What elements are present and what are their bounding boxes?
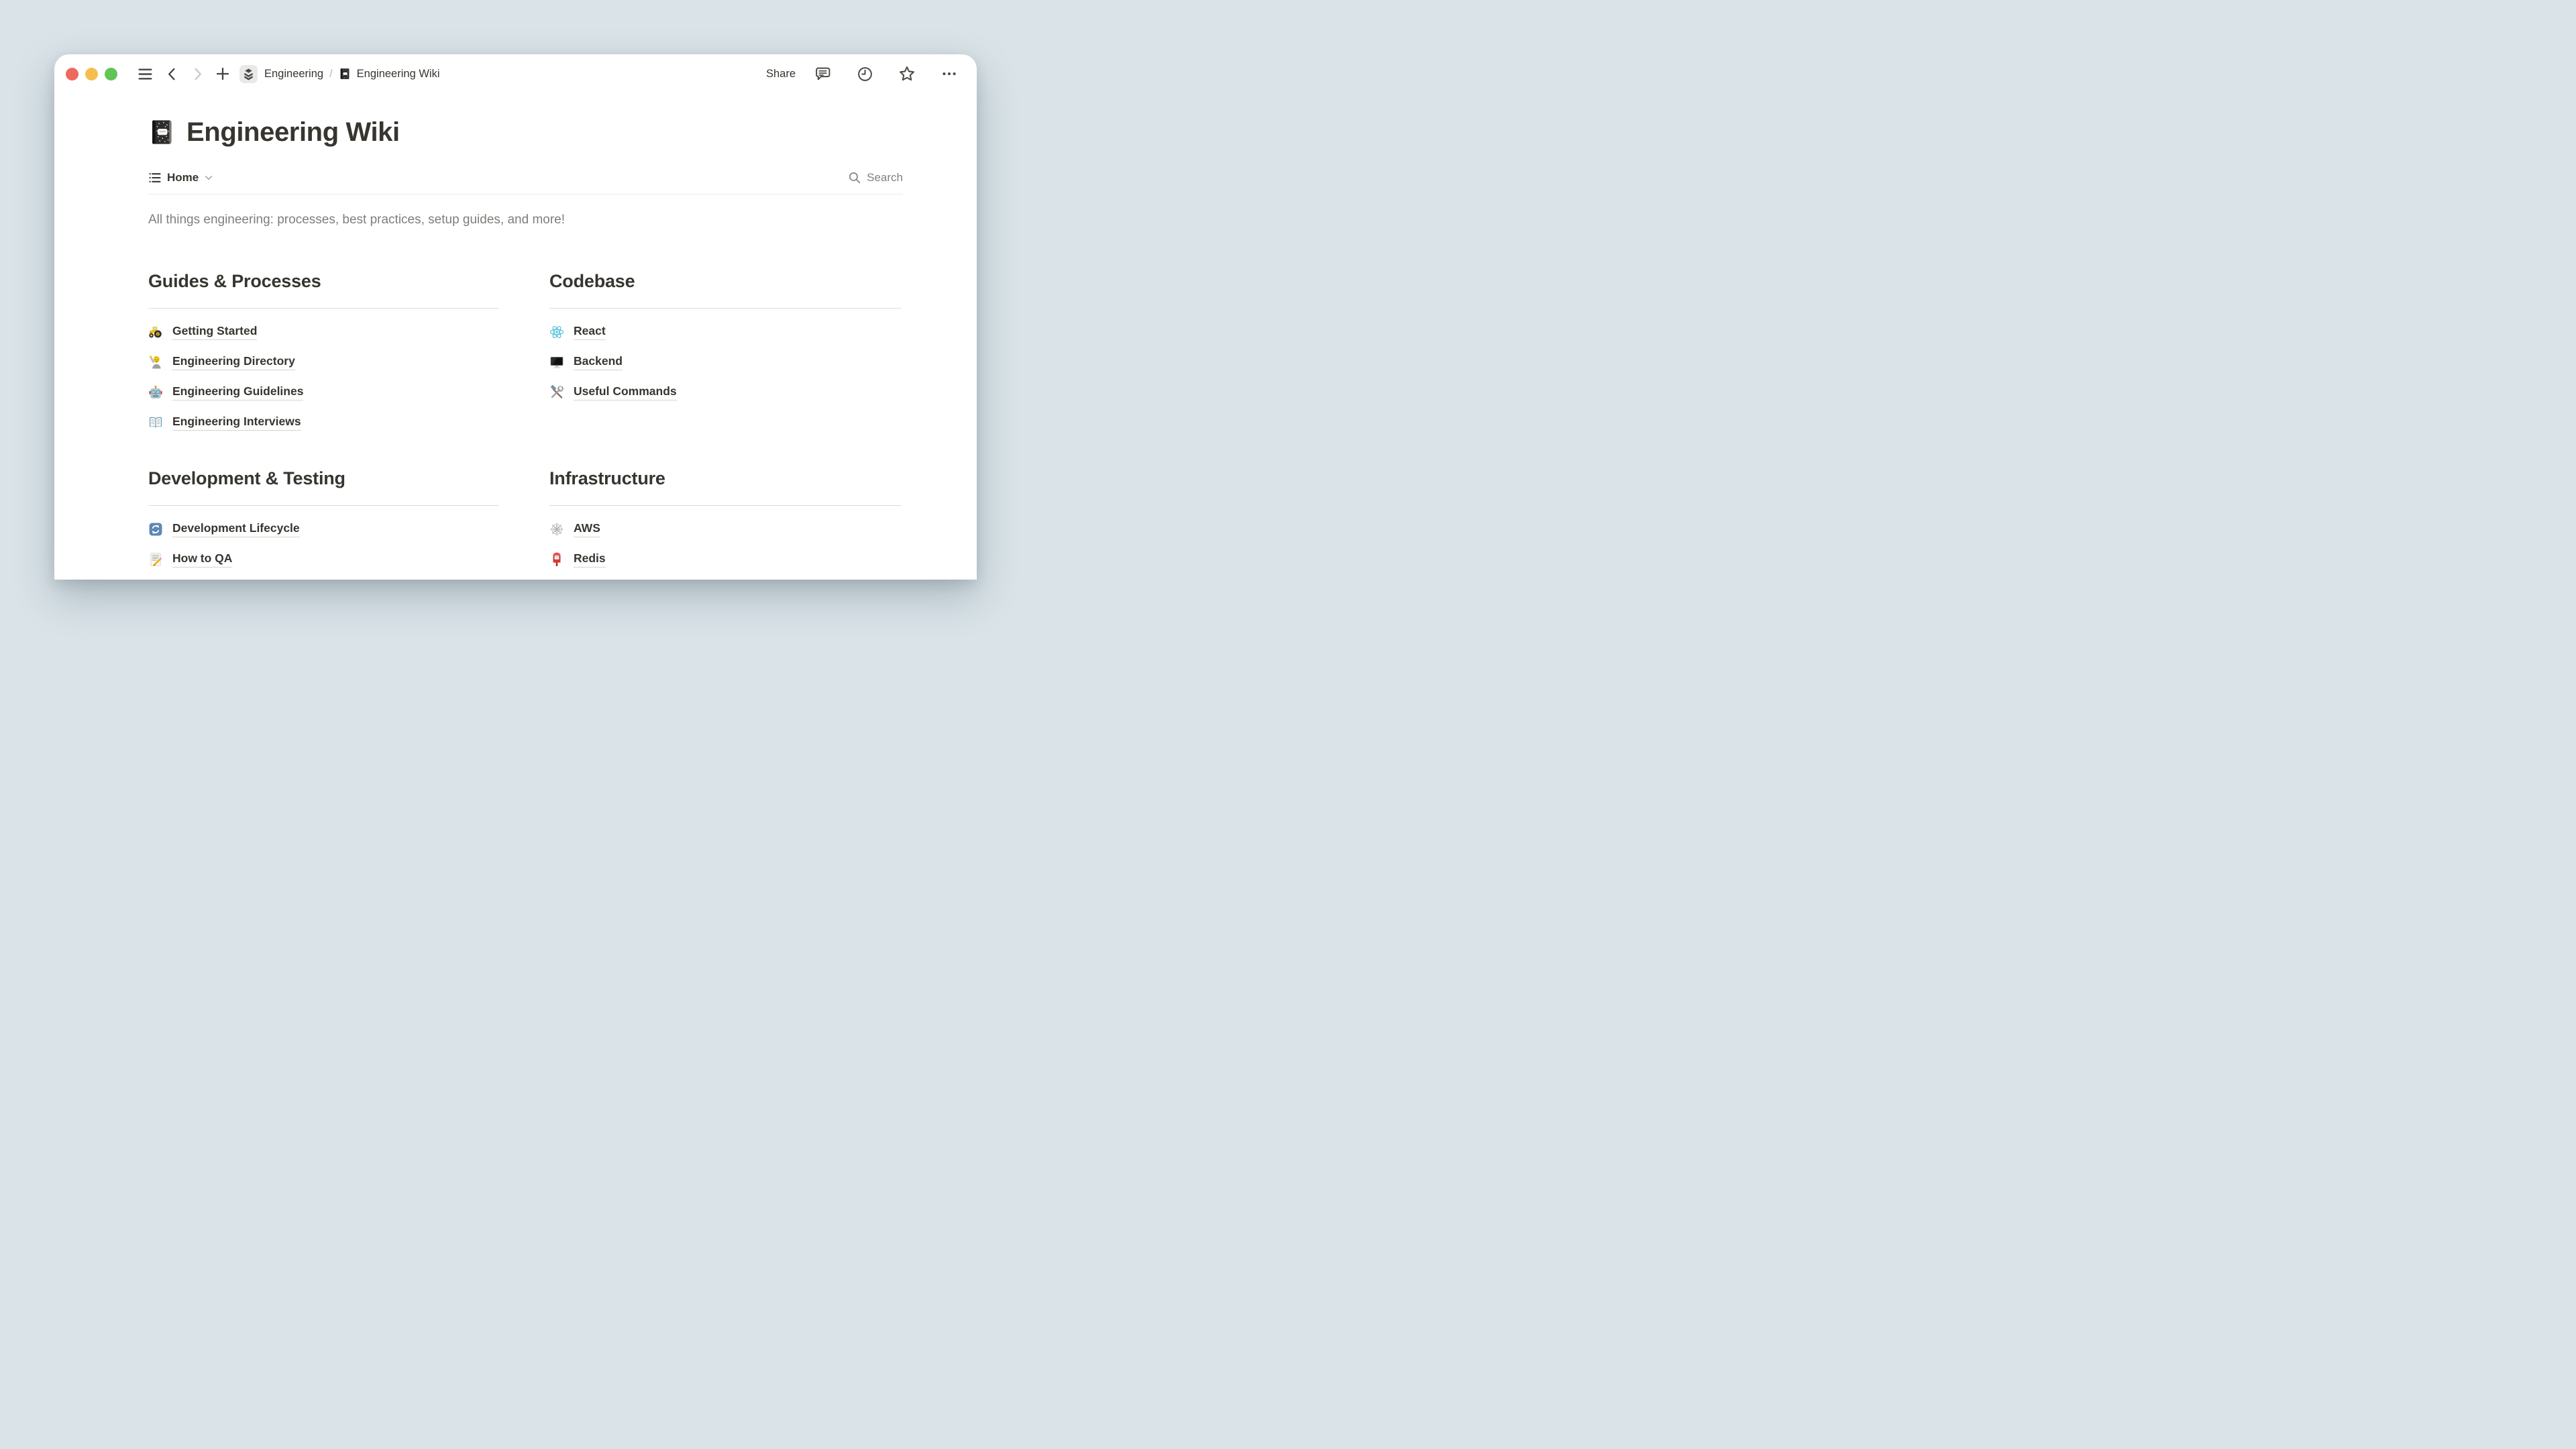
tractor-emoji — [148, 325, 163, 339]
tab-home[interactable]: Home — [148, 171, 213, 184]
more-options-button[interactable] — [939, 64, 959, 84]
section-title[interactable]: Codebase — [549, 270, 902, 309]
page-link-label: How to QA — [172, 551, 232, 568]
new-page-button[interactable] — [213, 64, 233, 84]
chevron-left-icon — [164, 66, 180, 82]
page-link-label: AWS — [574, 521, 600, 537]
counterclockwise-arrows-emoji — [148, 522, 163, 537]
sidebar-toggle-button[interactable] — [135, 64, 155, 84]
toolbar: Engineering / Engineering Wiki Share — [54, 56, 977, 92]
list-view-icon — [148, 171, 162, 184]
minimize-button[interactable] — [85, 68, 98, 80]
section-title[interactable]: Development & Testing — [148, 467, 499, 506]
clock-icon — [857, 66, 873, 83]
forward-button[interactable] — [187, 64, 207, 84]
page-link-engineering-guidelines[interactable]: Engineering Guidelines — [148, 377, 499, 407]
robot-emoji — [148, 385, 163, 400]
breadcrumb: Engineering / Engineering Wiki — [264, 68, 439, 80]
page-link-engineering-directory[interactable]: Engineering Directory — [148, 347, 499, 377]
star-icon — [898, 65, 916, 83]
section-codebase: Codebase — [549, 270, 902, 407]
page-link-aws[interactable]: AWS — [549, 514, 902, 544]
page-link-label: Engineering Interviews — [172, 415, 301, 431]
page-link-label: React — [574, 324, 606, 340]
chevron-down-icon — [204, 173, 213, 182]
plus-icon — [215, 66, 231, 82]
favorite-button[interactable] — [897, 64, 917, 84]
back-button[interactable] — [162, 64, 182, 84]
desktop-computer-emoji — [549, 355, 564, 370]
page-link-label: Redis — [574, 551, 606, 568]
teamspace-icon-chip[interactable] — [239, 65, 258, 83]
section-title[interactable]: Guides & Processes — [148, 270, 499, 309]
search-button[interactable]: Search — [848, 171, 903, 184]
hamburger-menu-icon — [137, 66, 154, 83]
comment-bubble-icon — [814, 66, 831, 83]
comments-button[interactable] — [812, 64, 833, 84]
notebook-emoji — [148, 119, 175, 146]
tab-home-label: Home — [167, 171, 199, 184]
search-label: Search — [867, 171, 903, 184]
page-link-label: Engineering Directory — [172, 354, 295, 370]
notebook-emoji — [339, 68, 351, 80]
page-link-react[interactable]: React — [549, 317, 902, 347]
page-link-redis[interactable]: Redis — [549, 544, 902, 574]
person-raising-hand-emoji — [148, 355, 163, 370]
share-button[interactable]: Share — [766, 68, 796, 80]
spider-web-emoji — [549, 522, 564, 537]
search-icon — [848, 171, 861, 184]
section-infrastructure: Infrastructure — [549, 467, 902, 574]
page-link-how-to-qa[interactable]: How to QA — [148, 544, 499, 574]
memo-emoji — [148, 552, 163, 567]
page-link-label: Backend — [574, 354, 623, 370]
page-link-useful-commands[interactable]: Useful Commands — [549, 377, 902, 407]
page-link-label: Engineering Guidelines — [172, 384, 303, 400]
hammer-wrench-emoji — [549, 385, 564, 400]
notion-window: Engineering / Engineering Wiki Share — [54, 54, 977, 580]
postbox-emoji — [549, 552, 564, 567]
page-link-label: Getting Started — [172, 324, 257, 340]
view-tabs-row: Home Search — [148, 171, 903, 195]
page-link-label: Development Lifecycle — [172, 521, 300, 537]
section-development-testing: Development & Testing Devel — [148, 467, 499, 574]
page-content: Engineering Wiki Home — [54, 116, 977, 574]
section-guides-processes: Guides & Processes — [148, 270, 499, 437]
page-title[interactable]: Engineering Wiki — [186, 116, 400, 148]
react-logo-icon — [549, 325, 564, 339]
close-button[interactable] — [66, 68, 78, 80]
page-description[interactable]: All things engineering: processes, best … — [148, 212, 903, 228]
page-link-development-lifecycle[interactable]: Development Lifecycle — [148, 514, 499, 544]
chevron-right-icon — [190, 66, 205, 82]
toolbar-right: Share — [766, 64, 959, 84]
ellipsis-icon — [941, 65, 958, 83]
page-title-row: Engineering Wiki — [148, 116, 903, 148]
updates-button[interactable] — [855, 64, 875, 84]
page-link-engineering-interviews[interactable]: Engineering Interviews — [148, 407, 499, 437]
sections-grid: Guides & Processes — [148, 270, 903, 574]
breadcrumb-page[interactable]: Engineering Wiki — [357, 68, 440, 80]
zoom-button[interactable] — [105, 68, 117, 80]
breadcrumb-separator: / — [329, 68, 333, 80]
page-link-getting-started[interactable]: Getting Started — [148, 317, 499, 347]
stacked-layers-icon — [242, 68, 255, 80]
section-title[interactable]: Infrastructure — [549, 467, 902, 506]
breadcrumb-teamspace[interactable]: Engineering — [264, 68, 323, 80]
open-book-emoji — [148, 415, 163, 430]
page-link-backend[interactable]: Backend — [549, 347, 902, 377]
traffic-lights — [66, 68, 117, 80]
page-link-label: Useful Commands — [574, 384, 677, 400]
